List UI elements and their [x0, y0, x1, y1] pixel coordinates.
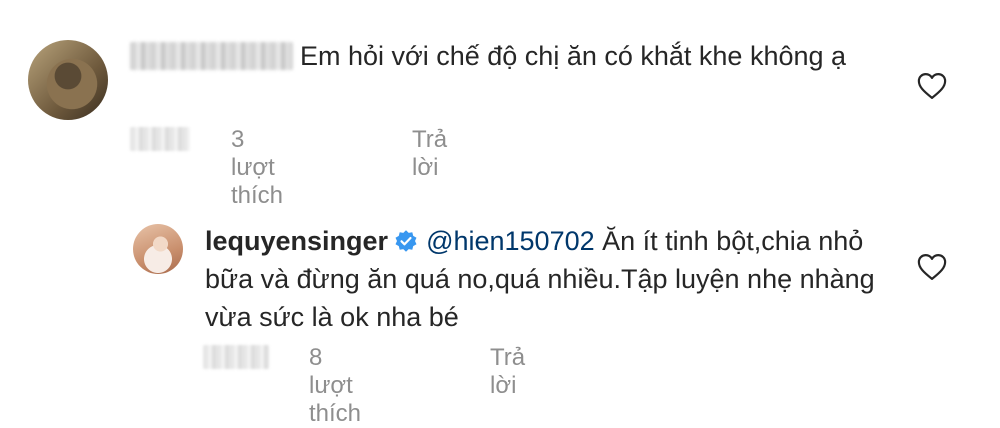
username[interactable]: lequyensinger: [205, 226, 388, 256]
reply-button[interactable]: Trả lời: [412, 126, 447, 182]
avatar[interactable]: [28, 40, 108, 120]
heart-icon[interactable]: [917, 72, 947, 100]
comment-text: lequyensinger @hien150702 Ăn ít tinh bột…: [205, 222, 895, 336]
reply-button[interactable]: Trả lời: [490, 344, 525, 400]
comment-text: Em hỏi với chế độ chị ăn có khắt khe khô…: [300, 41, 847, 71]
mention-link[interactable]: @hien150702: [426, 226, 595, 256]
timestamp-blurred[interactable]: [203, 345, 269, 369]
heart-icon[interactable]: [917, 253, 947, 281]
avatar[interactable]: [133, 224, 183, 274]
timestamp-blurred[interactable]: [130, 127, 190, 151]
likes-count[interactable]: 8 lượt thích: [309, 344, 361, 428]
likes-count[interactable]: 3 lượt thích: [231, 126, 283, 210]
verified-badge-icon: [395, 230, 417, 252]
